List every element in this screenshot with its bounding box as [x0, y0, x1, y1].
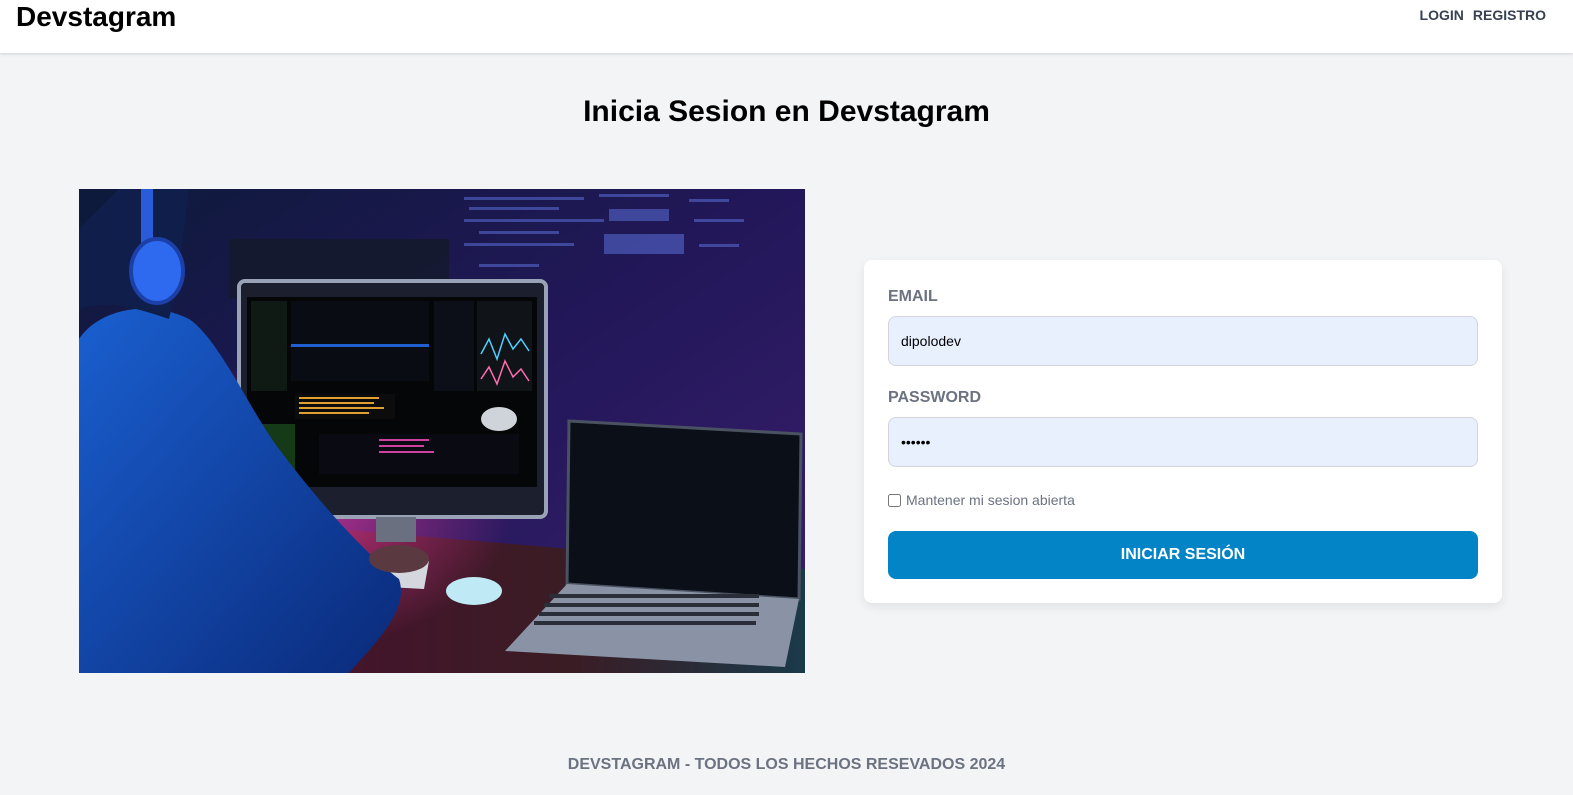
nav-register-link[interactable]: REGISTRO	[1473, 7, 1546, 23]
remember-label: Mantener mi sesion abierta	[906, 492, 1075, 508]
password-field[interactable]	[888, 417, 1478, 467]
site-footer: DEVSTAGRAM - TODOS LOS HECHOS RESEVADOS …	[567, 756, 1006, 773]
page-title: Inicia Sesion en Devstagram	[583, 95, 990, 128]
nav-login-link[interactable]: LOGIN	[1420, 7, 1464, 23]
site-header: Devstagram LOGIN REGISTRO	[0, 0, 1573, 53]
password-label: PASSWORD	[888, 389, 982, 406]
main-nav: LOGIN REGISTRO	[1420, 7, 1546, 23]
developer-workstation-image	[79, 189, 805, 673]
email-field[interactable]	[888, 316, 1478, 366]
login-card: EMAIL PASSWORD Mantener mi sesion abiert…	[864, 260, 1502, 603]
remember-checkbox[interactable]	[888, 493, 901, 507]
email-label: EMAIL	[888, 288, 938, 305]
login-submit-button[interactable]: INICIAR SESIÓN	[888, 531, 1478, 579]
remember-row: Mantener mi sesion abierta	[888, 492, 1075, 508]
brand-logo[interactable]: Devstagram	[16, 0, 176, 34]
hero-image	[79, 189, 805, 673]
